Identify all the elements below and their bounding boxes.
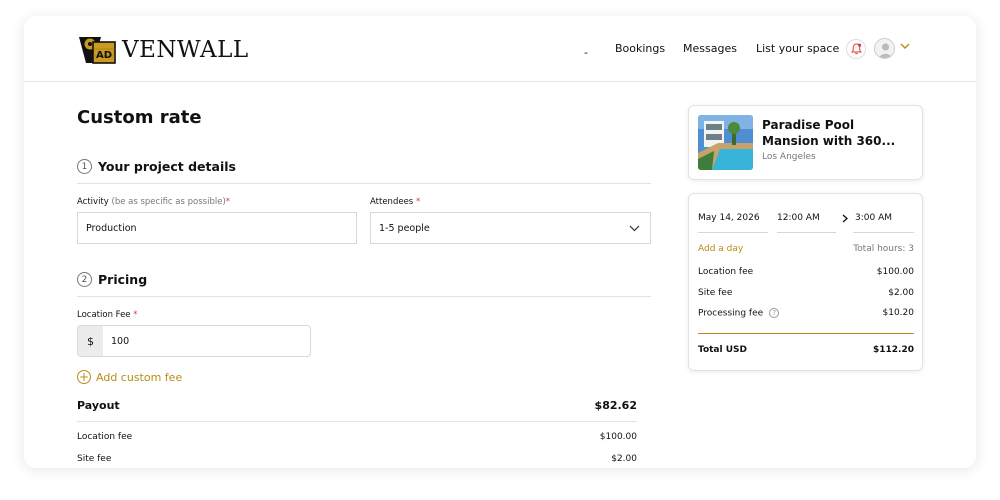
logo-icon: AD [76,33,120,67]
plus-circle-icon: + [77,370,91,384]
step-number: 1 [77,159,92,174]
nav-list-your-space[interactable]: List your space [756,42,839,55]
divider [77,183,651,184]
listing-title: Paradise Pool Mansion with 360... [762,118,896,148]
date-underline [698,232,768,233]
listing-photo [698,115,753,170]
fee-row: Site fee $2.00 [698,288,914,298]
total-hours: Total hours: 3 [853,244,914,254]
total-row: Total USD $112.20 [698,345,914,355]
attendees-label-text: Attendees [370,197,414,207]
start-time[interactable]: 12:00 AM [777,213,820,223]
total-divider [698,333,914,334]
help-icon[interactable]: ? [769,308,780,318]
add-day-link[interactable]: Add a day [698,244,743,254]
nav-dash: - [584,46,588,59]
divider [77,421,637,422]
location-fee-value: 100 [111,335,130,347]
project-details-heading: 1 Your project details [77,159,236,174]
location-fee-label: Location Fee * [77,310,138,320]
notifications-button[interactable] [846,39,866,59]
payout-row: Payout $82.62 [77,399,637,412]
logo-mark-text: AD [96,50,112,61]
fee-value: $100.00 [876,267,914,277]
step-number: 2 [77,272,92,287]
fee-value: $10.20 [882,308,915,318]
location-fee-label-text: Location Fee [77,310,131,320]
fee-row: Processing fee? $10.20 [698,308,914,319]
total-value: $112.20 [873,345,914,355]
avatar-icon[interactable] [874,38,895,59]
fee-label: Location fee [698,267,754,277]
activity-value: Production [86,222,137,234]
nav-bookings[interactable]: Bookings [615,42,665,55]
attendees-value: 1-5 people [379,222,430,234]
payout-line-item: Location fee $100.00 [77,432,637,442]
attendees-select[interactable]: 1-5 people [370,212,651,244]
divider [77,296,651,297]
end-time[interactable]: 3:00 AM [855,213,892,223]
total-label: Total USD [698,345,747,355]
payout-item-value: $2.00 [611,454,637,464]
fee-label: Processing fee [698,308,764,319]
booking-date[interactable]: May 14, 2026 [698,213,760,223]
chevron-down-icon[interactable] [900,42,910,50]
start-time-underline [777,232,836,233]
activity-label: Activity (be as specific as possible)* [77,197,230,207]
fee-value: $2.00 [888,288,914,298]
booking-summary-card: May 14, 2026 12:00 AM 3:00 AM Add a day … [688,193,923,371]
currency-prefix: $ [78,326,103,356]
activity-hint: (be as specific as possible) [111,197,226,207]
add-custom-fee-label: Add custom fee [96,370,183,384]
chevron-down-icon [629,225,640,231]
brand-logo[interactable]: AD VENWALL [76,33,249,67]
payout-item-value: $100.00 [599,432,637,442]
add-custom-fee-button[interactable]: + Add custom fee [77,370,182,384]
top-header: AD VENWALL - Bookings Messages List your… [24,16,976,82]
app-window: AD VENWALL - Bookings Messages List your… [24,16,976,468]
activity-label-text: Activity [77,197,109,207]
payout-label: Payout [77,399,120,412]
required-mark: * [133,310,138,320]
payout-total: $82.62 [594,399,637,412]
pricing-heading: 2 Pricing [77,272,147,287]
chevron-right-icon [842,214,848,223]
payout-item-label: Site fee [77,454,112,464]
project-details-title: Your project details [98,159,236,174]
hours-row: Add a day Total hours: 3 [698,244,914,254]
payout-line-item: Site fee $2.00 [77,454,637,464]
page-title: Custom rate [77,107,202,128]
attendees-label: Attendees * [370,197,420,207]
bell-icon [850,43,862,55]
end-time-underline [853,232,914,233]
payout-item-label: Location fee [77,432,133,442]
fee-label: Site fee [698,288,733,298]
required-mark: * [415,197,421,207]
listing-location: Los Angeles [762,152,816,162]
pricing-title: Pricing [98,272,148,287]
listing-card[interactable]: Paradise Pool Mansion with 360... Los An… [688,105,923,180]
nav-messages[interactable]: Messages [683,42,737,55]
brand-name: VENWALL [122,37,249,63]
location-fee-input[interactable]: $ 100 [77,325,311,357]
fee-row: Location fee $100.00 [698,267,914,277]
activity-input[interactable]: Production [77,212,357,244]
required-mark: * [225,197,231,207]
